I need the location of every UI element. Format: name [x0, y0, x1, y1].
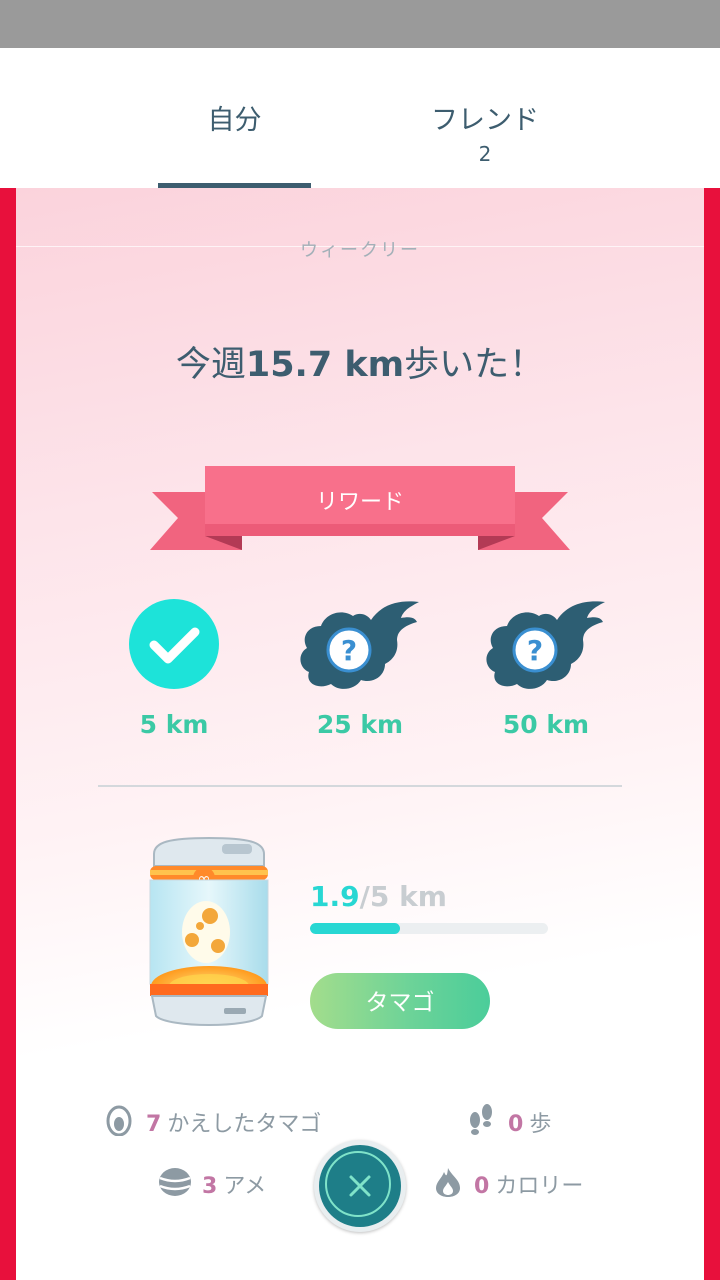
egg-total: /5 km	[359, 880, 447, 913]
svg-text:?: ?	[341, 634, 357, 667]
ribbon-label: リワード	[315, 490, 404, 515]
footprints-icon	[470, 1104, 492, 1135]
candy-icon	[159, 1168, 191, 1196]
egg-distance: 1.9/5 km	[310, 880, 447, 913]
tab-self-label: 自分	[207, 105, 262, 136]
reward-25km-label: 25 km	[316, 710, 404, 739]
svg-text:?: ?	[527, 634, 543, 667]
close-button[interactable]	[314, 1140, 406, 1232]
calories-count: 0	[474, 1174, 490, 1199]
tab-self[interactable]: 自分	[158, 48, 311, 188]
weekly-label: ウィークリー	[300, 240, 420, 261]
egg-progress-fill	[310, 923, 401, 934]
status-bar	[0, 0, 720, 48]
tab-bar: 自分 フレンド 2	[0, 48, 720, 188]
tab-friends[interactable]: フレンド 2	[395, 48, 575, 188]
steps-label: 歩	[529, 1112, 552, 1137]
reward-50km: ? 50 km	[471, 598, 621, 739]
reward-5km-label: 5 km	[139, 710, 209, 739]
candy-count: 3	[202, 1174, 218, 1199]
reward-50km-label: 50 km	[502, 710, 590, 739]
close-icon	[349, 1175, 371, 1197]
section-divider	[98, 785, 622, 787]
reward-25km: ? 25 km	[285, 598, 435, 739]
calories-label: カロリー	[495, 1174, 584, 1199]
mystery-reward-icon: ?	[300, 601, 419, 689]
steps-count: 0	[508, 1112, 524, 1137]
weekly-headline: 今週15.7 km歩いた！	[16, 336, 704, 387]
headline-suffix: 歩いた！	[404, 345, 545, 385]
candy-label: アメ	[223, 1174, 267, 1199]
egg-walked: 1.9	[310, 880, 360, 913]
reward-5km: 5 km	[99, 598, 249, 739]
tab-friends-count: 2	[478, 142, 492, 166]
incubator-icon[interactable]: ∞	[140, 836, 278, 1032]
hatched-label: かえしたタマゴ	[167, 1112, 322, 1137]
egg-progress-bar	[310, 923, 548, 934]
headline-prefix: 今週	[175, 345, 246, 385]
mystery-reward-icon: ?	[486, 601, 605, 689]
check-icon	[129, 599, 219, 689]
tab-friends-label: フレンド	[431, 105, 539, 136]
headline-distance: 15.7 km	[245, 345, 405, 385]
egg-button[interactable]: タマゴ	[310, 973, 490, 1029]
hatched-count: 7	[146, 1112, 162, 1137]
flame-icon	[436, 1168, 460, 1197]
egg-icon	[106, 1105, 132, 1136]
